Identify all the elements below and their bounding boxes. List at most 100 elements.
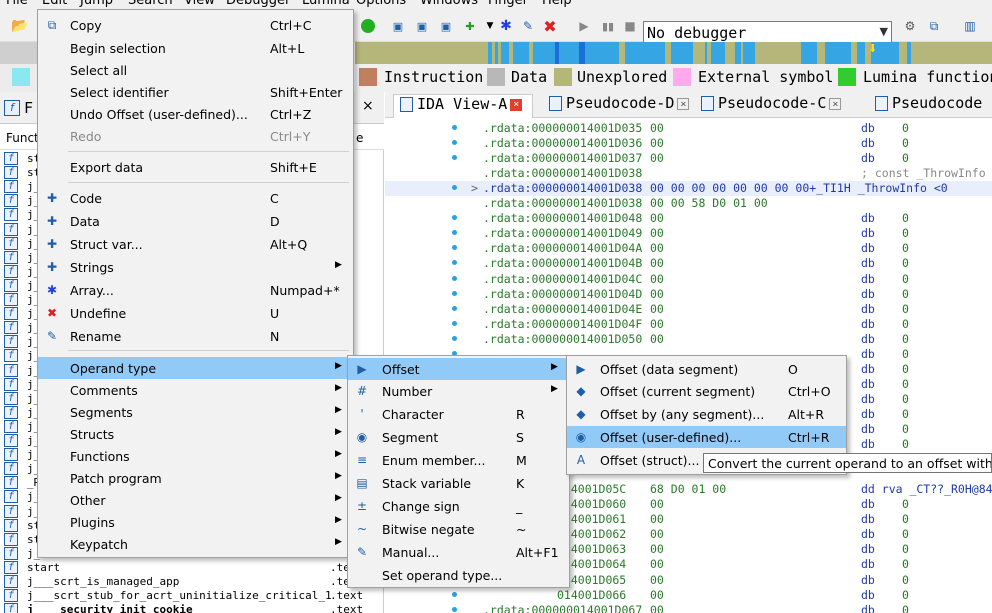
panel-icon[interactable]: ▥ [960, 16, 980, 36]
breakpoint-dot-icon[interactable] [452, 275, 457, 281]
menu-item-offset-data-segment[interactable]: ▶ Offset (data segment) O [567, 358, 846, 380]
menu-item-keypatch[interactable]: Keypatch ▶ [38, 533, 353, 555]
disassembly-line[interactable]: .rdata:000000014001D04D 00 db 0 [385, 287, 992, 302]
close-icon[interactable]: × [362, 98, 374, 114]
function-row[interactable]: f j____security_init_cookie .text [0, 603, 384, 613]
menu-item-functions[interactable]: Functions ▶ [38, 445, 353, 467]
menu-item-strings[interactable]: ✚ Strings ▶ [38, 256, 353, 278]
menubar-item[interactable]: Options [356, 0, 406, 8]
tab-close-icon[interactable]: × [829, 97, 842, 110]
undefine-toolbar-icon[interactable]: ✖ [540, 16, 560, 36]
tab-ida-view-a[interactable]: IDA View-A × [393, 94, 533, 118]
menu-item-change-sign[interactable]: ± Change sign _ [348, 495, 569, 517]
strings-toolbar-icon[interactable]: ✚ [460, 16, 480, 36]
function-row[interactable]: f j___scrt_stub_for_acrt_uninitialize_cri… [0, 589, 384, 603]
expand-arrow-icon[interactable]: > [471, 181, 478, 195]
pause-debug-icon[interactable]: ▮▮ [598, 16, 618, 36]
menu-item-segments[interactable]: Segments ▶ [38, 401, 353, 423]
menu-item-begin-selection[interactable]: Begin selection Alt+L [38, 37, 353, 59]
menu-item-stack-variable[interactable]: ▤ Stack variable K [348, 472, 569, 494]
menubar-item[interactable]: Jump [80, 0, 113, 8]
menu-item-comments[interactable]: Comments ▶ [38, 379, 353, 401]
array-toolbar-icon[interactable]: ✱ [496, 16, 516, 36]
breakpoint-dot-icon[interactable] [452, 305, 457, 311]
menu-item-redo[interactable]: Redo Ctrl+Y [38, 125, 353, 147]
breakpoint-dot-icon[interactable] [452, 290, 457, 296]
menu-item-struct-var[interactable]: ✚ Struct var... Alt+Q [38, 233, 353, 255]
breakpoint-dot-icon[interactable] [452, 606, 457, 612]
struct-toolbar-icon[interactable]: ▣ [436, 16, 456, 36]
menubar-item[interactable]: Windows [420, 0, 478, 8]
disassembly-line[interactable]: 014001D066 00 db 0 [385, 588, 992, 603]
code-toolbar-icon[interactable]: ▣ [388, 16, 408, 36]
menubar-item[interactable]: Search [128, 0, 173, 8]
disassembly-line[interactable]: .rdata:000000014001D04C 00 db 0 [385, 272, 992, 287]
menu-item-offset-user-defined[interactable]: ◉ Offset (user-defined)... Ctrl+R [567, 426, 846, 448]
menu-item-undefine[interactable]: ✖ Undefine U [38, 302, 353, 324]
menubar-item[interactable]: Debugger [226, 0, 290, 8]
breakpoint-dot-icon[interactable] [452, 335, 457, 341]
disassembly-line[interactable]: .rdata:000000014001D036 00 db 0 [385, 136, 992, 151]
menu-item-bitwise-negate[interactable]: ~ Bitwise negate ~ [348, 518, 569, 540]
disassembly-line[interactable]: .rdata:000000014001D04F 00 db 0 [385, 317, 992, 332]
menu-item-other[interactable]: Other ▶ [38, 489, 353, 511]
menu-item-select-identifier[interactable]: Select identifier Shift+Enter [38, 81, 353, 103]
menu-item-export-data[interactable]: Export data Shift+E [38, 156, 353, 178]
tab-pseudocode[interactable]: Pseudocode [869, 94, 992, 118]
menubar-item[interactable]: Help [542, 0, 572, 8]
breakpoint-dot-icon[interactable] [452, 320, 457, 326]
disassembly-line[interactable]: > .rdata:000000014001D038 00 00 00 00 00 0… [385, 181, 992, 197]
breakpoint-dot-icon[interactable] [452, 155, 457, 161]
attach-process-icon[interactable]: ⧉ [924, 16, 944, 36]
menubar-item[interactable]: Lumina [302, 0, 350, 8]
menu-item-offset-current-segment[interactable]: ◆ Offset (current segment) Ctrl+O [567, 380, 846, 402]
disassembly-line[interactable]: .rdata:000000014001D04B 00 db 0 [385, 256, 992, 271]
disassembly-line[interactable]: .rdata:000000014001D049 00 db 0 [385, 226, 992, 241]
disassembly-line[interactable]: .rdata:000000014001D067 00 db 0 [385, 603, 992, 613]
menu-item-structs[interactable]: Structs ▶ [38, 423, 353, 445]
debugger-select[interactable]: No debugger ▼ [643, 21, 892, 44]
menu-item-segment[interactable]: ◉ Segment S [348, 426, 569, 448]
data-toolbar-icon[interactable]: ▣ [412, 16, 432, 36]
menu-item-manual[interactable]: ✎ Manual... Alt+F1 [348, 541, 569, 563]
disassembly-line[interactable]: .rdata:000000014001D04E 00 db 0 [385, 302, 992, 317]
breakpoint-dot-icon[interactable] [452, 185, 457, 191]
breakpoint-dot-icon[interactable] [452, 591, 457, 597]
menubar-item[interactable]: File [6, 0, 28, 8]
menu-item-plugins[interactable]: Plugins ▶ [38, 511, 353, 533]
menubar-item[interactable]: Edit [42, 0, 67, 8]
menu-item-offset[interactable]: ▶ Offset ▶ [348, 358, 569, 380]
menu-item-undo-offset-user-defined[interactable]: Undo Offset (user-defined)... Ctrl+Z [38, 103, 353, 125]
menu-item-enum-member[interactable]: ≡ Enum member... M [348, 449, 569, 471]
navigation-band[interactable]: ⬇ [355, 42, 992, 64]
disassembly-line[interactable]: .rdata:000000014001D04A 00 db 0 [385, 241, 992, 256]
start-debug-icon[interactable]: ▶ [574, 16, 594, 36]
tab-pseudocode-d[interactable]: Pseudocode-D × [543, 94, 690, 118]
breakpoint-dot-icon[interactable] [452, 140, 457, 146]
rename-toolbar-icon[interactable]: ✎ [518, 16, 538, 36]
menu-item-data[interactable]: ✚ Data D [38, 210, 353, 232]
debugger-options-icon[interactable]: ⚙ [900, 16, 920, 36]
menu-item-copy[interactable]: ⧉ Copy Ctrl+C [38, 14, 353, 36]
menu-item-offset-by-any-segment[interactable]: ◆ Offset by (any segment)... Alt+R [567, 403, 846, 425]
open-folder-icon[interactable]: 📂 [10, 16, 30, 36]
stop-debug-icon[interactable]: ■ [620, 16, 640, 36]
menu-item-code[interactable]: ✚ Code C [38, 187, 353, 209]
menu-item-rename[interactable]: ✎ Rename N [38, 325, 353, 347]
function-row[interactable]: f j___scrt_is_managed_app .tex [0, 575, 384, 589]
menu-item-patch-program[interactable]: Patch program ▶ [38, 467, 353, 489]
breakpoint-dot-icon[interactable] [452, 245, 457, 251]
function-row[interactable]: f start .tex [0, 560, 384, 575]
run-icon[interactable] [358, 16, 378, 36]
menubar-item[interactable]: Finger [488, 0, 528, 8]
disassembly-line[interactable]: .rdata:000000014001D037 00 db 0 [385, 151, 992, 166]
menu-item-select-all[interactable]: Select all [38, 59, 353, 81]
tab-close-icon[interactable]: × [677, 97, 690, 110]
tab-close-icon[interactable]: × [510, 98, 523, 111]
tab-pseudocode-c[interactable]: Pseudocode-C × [695, 94, 851, 118]
disassembly-line[interactable]: .rdata:000000014001D035 00 db 0 [385, 121, 992, 136]
menu-item-character[interactable]: ' Character R [348, 403, 569, 425]
disassembly-line[interactable]: .rdata:000000014001D050 00 db 0 [385, 332, 992, 347]
menu-item-operand-type[interactable]: Operand type ▶ [38, 357, 353, 379]
menu-item-array[interactable]: ✱ Array... Numpad+* [38, 279, 353, 301]
